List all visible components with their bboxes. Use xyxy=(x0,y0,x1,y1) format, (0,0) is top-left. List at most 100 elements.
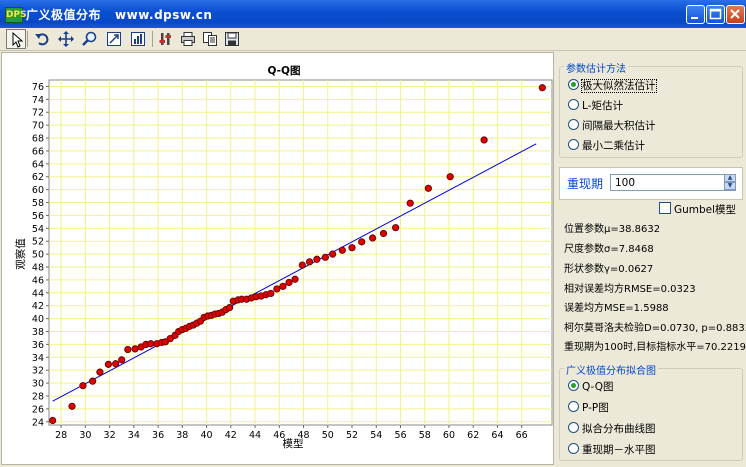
qq-chart: Q-Q图 28 30 32 34 36 38 40 42 44 46 48 50 52 54 56 58 60 6… xyxy=(14,65,553,450)
data-point xyxy=(118,356,126,364)
radio-least-squares[interactable]: 最小二乘估计 xyxy=(568,138,645,154)
y-tick-label: 60 xyxy=(32,185,44,196)
data-point xyxy=(424,184,432,192)
zoom-button[interactable] xyxy=(80,29,100,49)
return-period-input[interactable] xyxy=(610,174,736,191)
y-tick-label: 50 xyxy=(32,250,44,261)
copy-button[interactable] xyxy=(200,29,220,49)
export-button[interactable] xyxy=(104,29,124,49)
save-button[interactable] xyxy=(222,29,242,49)
radio-fit-curve[interactable]: 拟合分布曲线图 xyxy=(568,421,656,437)
stat-location: 位置参数μ=38.8632 xyxy=(564,224,661,235)
print-button[interactable] xyxy=(178,29,198,49)
spin-down-icon[interactable]: ▼ xyxy=(724,182,736,190)
return-period-label: 重现期 xyxy=(567,177,604,191)
data-point xyxy=(480,136,488,144)
method-groupbox: 参数估计方法 极大似然法估计 L-矩估计 间隔最大积估计 最小二乘估计 xyxy=(559,60,743,158)
radio-indicator xyxy=(568,422,579,433)
export-icon xyxy=(107,32,121,46)
y-tick-label: 62 xyxy=(32,172,44,183)
data-point xyxy=(305,258,314,266)
chart-data-button[interactable] xyxy=(128,29,148,49)
settings-icon xyxy=(159,33,171,45)
data-point xyxy=(112,360,120,368)
toolbar-separator xyxy=(27,31,28,47)
undo-button[interactable] xyxy=(32,29,52,49)
toolbar-separator xyxy=(152,31,153,47)
stat-ks-test: 柯尔莫哥洛夫检验D=0.0730, p=0.8833 xyxy=(564,323,746,334)
x-tick-label: 60 xyxy=(443,430,455,441)
data-point xyxy=(131,345,139,353)
pointer-tool-button[interactable] xyxy=(6,29,26,49)
data-point xyxy=(313,255,321,263)
stat-return-level: 重现期为100时,目标指标水平=70.2219 xyxy=(564,342,746,353)
data-point xyxy=(267,289,275,298)
chart-data-icon xyxy=(131,32,145,46)
y-tick-label: 32 xyxy=(32,366,44,377)
x-tick-label: 58 xyxy=(419,430,431,441)
x-tick-label: 34 xyxy=(128,430,140,441)
return-period-spinner[interactable]: ▲ ▼ xyxy=(724,174,736,191)
title-bar: DPS 广义极值分布 www.dpsw.cn xyxy=(0,0,746,28)
x-tick-label: 42 xyxy=(225,430,237,441)
data-point xyxy=(358,238,366,246)
toolbar xyxy=(0,28,746,51)
x-tick-label: 56 xyxy=(394,430,406,441)
move-button[interactable] xyxy=(56,29,76,49)
close-button[interactable] xyxy=(726,5,745,24)
radio-label: 间隔最大积估计 xyxy=(582,120,656,132)
data-point xyxy=(124,345,132,354)
radio-label: L-矩估计 xyxy=(582,100,623,112)
minimize-button[interactable] xyxy=(686,5,705,24)
maximize-button[interactable] xyxy=(706,5,725,24)
y-tick-label: 52 xyxy=(32,237,44,248)
y-tick-label: 40 xyxy=(32,314,44,325)
radio-indicator xyxy=(568,401,579,412)
gumbel-checkbox[interactable]: Gumbel模型 xyxy=(659,202,736,217)
x-tick-label: 28 xyxy=(55,430,67,441)
radio-qq-plot[interactable]: Q-Q图 xyxy=(568,379,614,395)
y-tick-label: 46 xyxy=(32,275,44,286)
return-period-box: 重现期 ▲ ▼ xyxy=(559,167,743,200)
radio-label: 极大似然法估计 xyxy=(581,79,657,93)
data-point xyxy=(538,84,546,92)
zoom-icon xyxy=(82,31,97,46)
y-tick-label: 30 xyxy=(32,379,44,390)
checkbox-box xyxy=(659,202,671,214)
x-tick-label: 32 xyxy=(104,430,116,441)
radio-selected-indicator xyxy=(568,380,579,391)
settings-button[interactable] xyxy=(156,29,176,49)
radio-label: 拟合分布曲线图 xyxy=(582,423,656,435)
radio-max-likelihood[interactable]: 极大似然法估计 xyxy=(568,78,657,94)
move-icon xyxy=(58,31,74,47)
data-point xyxy=(379,229,388,238)
pointer-icon xyxy=(12,32,24,48)
x-tick-label: 38 xyxy=(176,430,188,441)
x-tick-label: 30 xyxy=(79,430,91,441)
stat-scale: 尺度参数σ=7.8468 xyxy=(564,244,654,255)
radio-max-spacing[interactable]: 间隔最大积估计 xyxy=(568,118,656,134)
y-tick-label: 76 xyxy=(32,82,44,93)
x-tick-label: 50 xyxy=(322,430,334,441)
y-tick-label: 66 xyxy=(32,146,44,157)
radio-indicator xyxy=(568,139,579,150)
spin-up-icon[interactable]: ▲ xyxy=(724,174,736,182)
radio-pp-plot[interactable]: P-P图 xyxy=(568,400,609,416)
x-tick-label: 36 xyxy=(152,430,164,441)
undo-icon xyxy=(35,33,49,46)
y-tick-label: 36 xyxy=(32,340,44,351)
y-tick-label: 28 xyxy=(32,391,44,402)
data-point xyxy=(291,275,299,283)
radio-label: 重现期－水平图 xyxy=(582,444,656,456)
maximize-icon xyxy=(709,8,722,20)
y-tick-label: 34 xyxy=(32,353,44,364)
y-tick-label: 48 xyxy=(32,263,44,274)
radio-l-moment[interactable]: L-矩估计 xyxy=(568,98,623,114)
y-tick-label: 56 xyxy=(32,211,44,222)
radio-indicator xyxy=(568,443,579,454)
data-point xyxy=(68,402,76,410)
x-tick-label: 64 xyxy=(491,430,503,441)
y-tick-label: 70 xyxy=(32,121,44,132)
radio-return-level-plot[interactable]: 重现期－水平图 xyxy=(568,442,656,458)
y-tick-label: 42 xyxy=(32,301,44,312)
